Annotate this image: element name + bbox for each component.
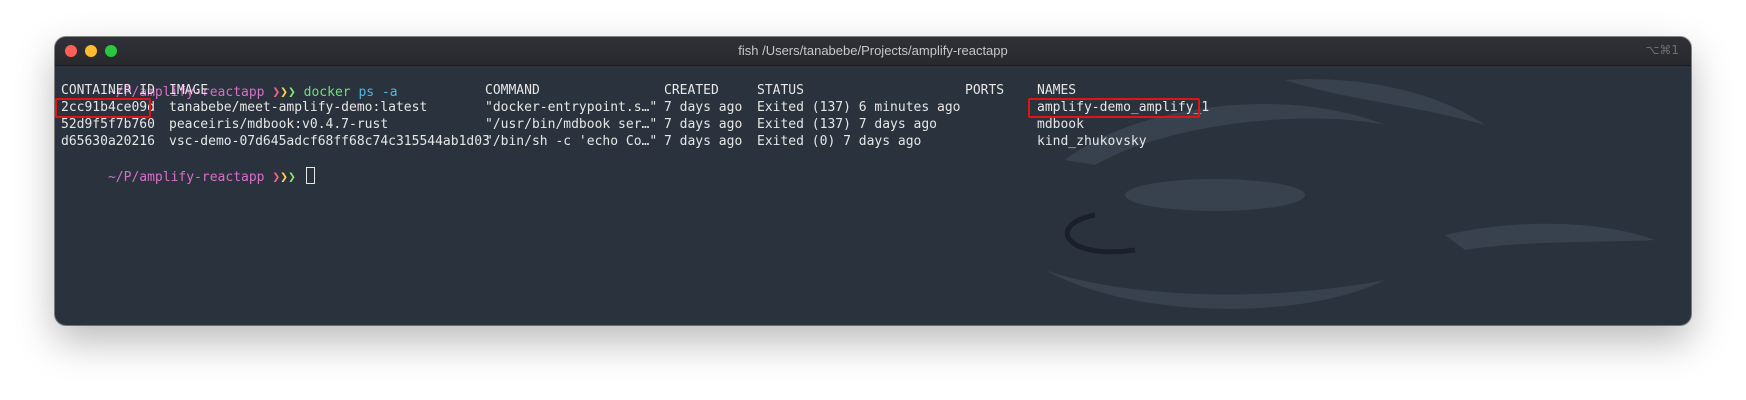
highlight-box-container-name (1028, 98, 1200, 118)
cell-names: mdbook (1037, 117, 1084, 132)
cell-image: peaceiris/mdbook:v0.4.7-rust (169, 117, 389, 132)
table-header: CONTAINER ID IMAGE COMMAND CREATED STATU… (61, 82, 1681, 99)
highlight-box-container-id (55, 98, 151, 118)
table-row: 2cc91b4ce09d tanabebe/meet-amplify-demo:… (61, 99, 1681, 116)
cell-status: Exited (137) 7 days ago (757, 117, 938, 132)
cell-created: 7 days ago (664, 117, 743, 132)
table-row: 52d9f5f7b760 peaceiris/mdbook:v0.4.7-rus… (61, 116, 1681, 133)
tab-shortcut: ⌥⌘1 (1645, 43, 1679, 57)
terminal-content[interactable]: ~/P/amplify-reactapp ❯❯❯ docker ps -a CO… (55, 65, 1691, 325)
cell-status: Exited (137) 6 minutes ago (757, 100, 961, 115)
prompt-line-active[interactable]: ~/P/amplify-reactapp ❯❯❯ (61, 150, 315, 185)
cell-created: 7 days ago (664, 134, 743, 149)
header-container-id: CONTAINER ID (61, 83, 155, 98)
prompt-arrows: ❯❯❯ (272, 170, 296, 185)
cell-image: vsc-demo-07d645adcf68ff68c74c315544ab1d0… (169, 134, 490, 149)
table-row: d65630a20216 vsc-demo-07d645adcf68ff68c7… (61, 133, 1681, 150)
cell-container-id: d65630a20216 (61, 134, 155, 149)
header-created: CREATED (664, 83, 719, 98)
cell-created: 7 days ago (664, 100, 743, 115)
text-cursor[interactable] (305, 167, 315, 184)
header-image: IMAGE (169, 83, 209, 98)
header-ports: PORTS (965, 83, 1005, 98)
terminal-window: fish /Users/tanabebe/Projects/amplify-re… (55, 37, 1691, 325)
cell-status: Exited (0) 7 days ago (757, 134, 922, 149)
cell-command: "/usr/bin/mdbook ser…" (485, 117, 658, 132)
cell-command: "docker-entrypoint.s…" (485, 100, 658, 115)
window-title: fish /Users/tanabebe/Projects/amplify-re… (738, 43, 1008, 58)
cell-command: "/bin/sh -c 'echo Co…" (485, 134, 658, 149)
cell-container-id: 52d9f5f7b760 (61, 117, 155, 132)
header-status: STATUS (757, 83, 804, 98)
cell-names: kind_zhukovsky (1037, 134, 1147, 149)
header-command: COMMAND (485, 83, 540, 98)
cell-image: tanabebe/meet-amplify-demo:latest (169, 100, 428, 115)
title-bar[interactable]: fish /Users/tanabebe/Projects/amplify-re… (55, 37, 1691, 66)
prompt-path: ~/P/amplify-reactapp (107, 170, 265, 185)
header-names: NAMES (1037, 83, 1077, 98)
